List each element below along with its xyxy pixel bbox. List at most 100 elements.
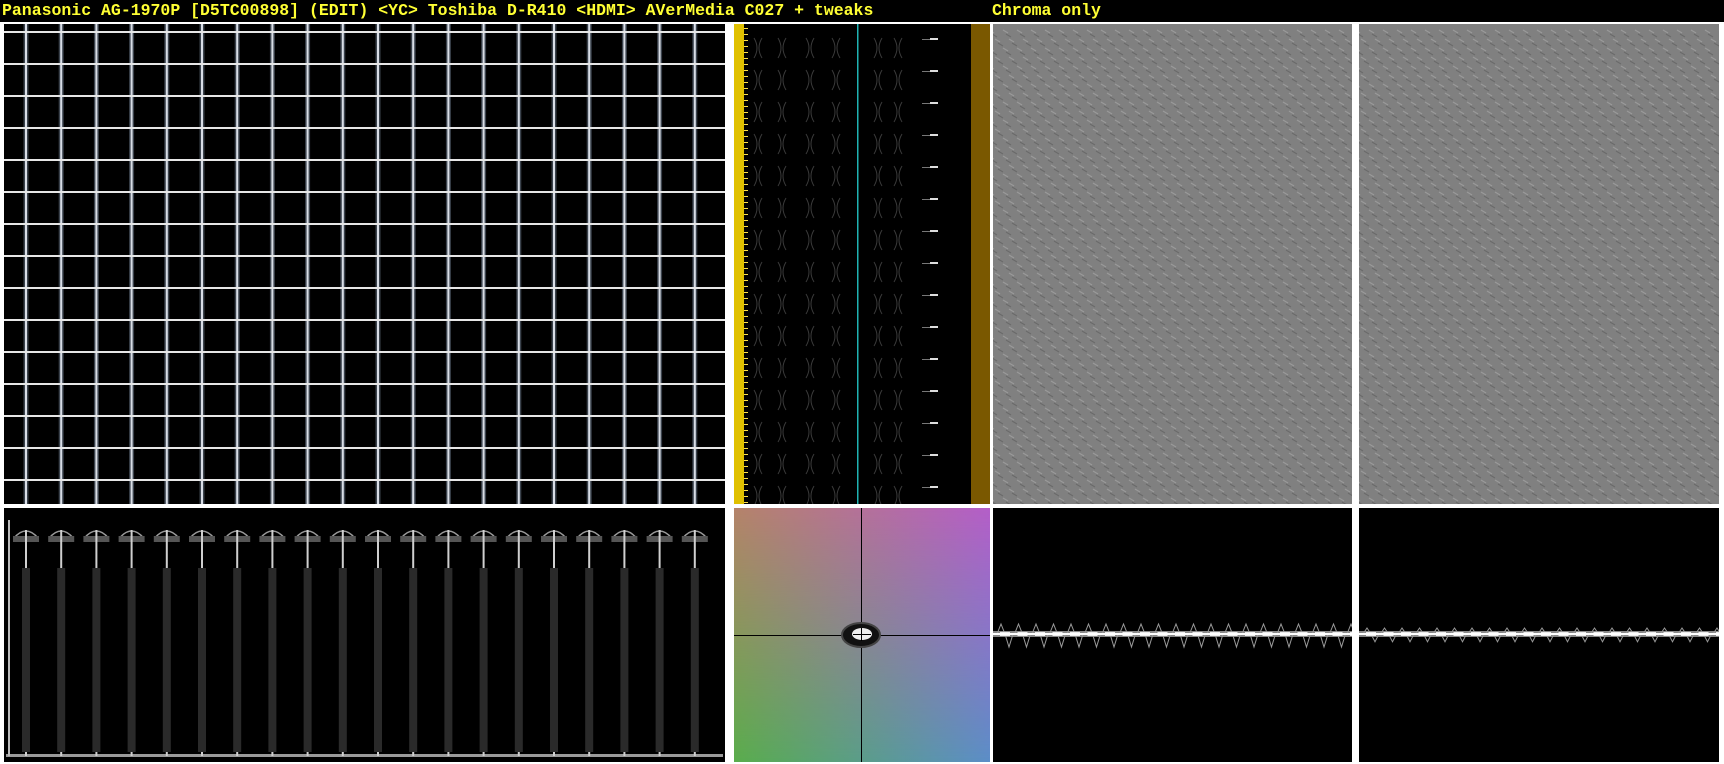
chroma-grain bbox=[1330, 56, 1337, 61]
chroma-grain bbox=[1257, 123, 1264, 128]
chroma-grain bbox=[1693, 141, 1700, 146]
chroma-grain bbox=[1170, 263, 1177, 268]
chroma-grain bbox=[1271, 195, 1278, 200]
chroma-grain bbox=[1458, 308, 1465, 313]
chroma-grain bbox=[1221, 348, 1228, 353]
chroma-grain bbox=[1047, 33, 1054, 38]
chroma-grain bbox=[1072, 461, 1079, 466]
chroma-grain bbox=[1215, 393, 1222, 398]
chroma-grain bbox=[1123, 78, 1130, 83]
chroma-grain bbox=[1413, 87, 1420, 92]
chroma-grain bbox=[1601, 240, 1608, 245]
chroma-grain bbox=[1480, 173, 1487, 178]
chroma-grain bbox=[1634, 137, 1641, 142]
chroma-grain bbox=[1391, 294, 1398, 299]
chroma-grain bbox=[1405, 132, 1412, 137]
chroma-grain bbox=[1305, 420, 1312, 425]
chroma-grain bbox=[1469, 33, 1476, 38]
chroma-grain bbox=[1156, 263, 1163, 268]
chroma-grain bbox=[1559, 240, 1566, 245]
chroma-grain bbox=[1257, 411, 1264, 416]
chroma-grain bbox=[1008, 92, 1015, 97]
chroma-grain bbox=[1713, 114, 1719, 119]
chroma-grain bbox=[1643, 258, 1650, 263]
chroma-grain bbox=[1030, 173, 1037, 178]
chroma-grain bbox=[1592, 83, 1599, 88]
chroma-grain bbox=[1257, 33, 1264, 38]
chroma-grain bbox=[1142, 461, 1149, 466]
chroma-grain bbox=[1229, 339, 1236, 344]
chroma-grain bbox=[1235, 114, 1242, 119]
chroma-grain bbox=[1704, 29, 1711, 34]
chroma-grain bbox=[1198, 191, 1205, 196]
chroma-grain bbox=[1324, 29, 1331, 34]
chroma-grain bbox=[1044, 371, 1051, 376]
chroma-grain bbox=[1324, 353, 1331, 358]
chroma-grain bbox=[1022, 56, 1029, 61]
chroma-grain bbox=[1170, 65, 1177, 70]
chroma-grain bbox=[1064, 38, 1071, 43]
chroma-grain bbox=[1693, 51, 1700, 56]
chroma-grain bbox=[1086, 281, 1093, 286]
chroma-grain bbox=[1344, 452, 1351, 457]
chroma-grain bbox=[1117, 177, 1124, 182]
chroma-grain bbox=[1313, 51, 1320, 56]
chroma-grain bbox=[1173, 339, 1180, 344]
chroma-grain bbox=[1494, 263, 1501, 268]
chroma-grain bbox=[1170, 281, 1177, 286]
chroma-grain bbox=[1455, 195, 1462, 200]
chroma-grain bbox=[1333, 168, 1340, 173]
chroma-grain bbox=[1359, 121, 1361, 124]
chroma-grain bbox=[1257, 51, 1264, 56]
chroma-grain bbox=[993, 319, 995, 322]
chroma-grain bbox=[1536, 281, 1543, 286]
chroma-grain bbox=[1061, 141, 1068, 146]
chroma-grain bbox=[1033, 87, 1040, 92]
chroma-grain bbox=[1567, 159, 1574, 164]
chroma-grain bbox=[1623, 231, 1630, 236]
chroma-grain bbox=[1254, 281, 1261, 286]
chroma-grain bbox=[1360, 128, 1367, 133]
chroma-grain bbox=[1226, 101, 1233, 106]
chroma-grain bbox=[1598, 326, 1605, 331]
chroma-grain bbox=[1671, 204, 1678, 209]
chroma-grain bbox=[1201, 159, 1208, 164]
chroma-grain bbox=[1651, 267, 1658, 272]
analyzer-level-tick bbox=[744, 136, 748, 137]
chroma-grain bbox=[1626, 236, 1633, 241]
chroma-grain bbox=[1246, 326, 1253, 331]
chroma-grain bbox=[1503, 204, 1510, 209]
chroma-grain bbox=[1368, 209, 1375, 214]
chroma-grain bbox=[1553, 123, 1560, 128]
chroma-grain bbox=[1550, 29, 1557, 34]
chroma-grain bbox=[1002, 407, 1009, 412]
chroma-grain bbox=[1310, 479, 1317, 484]
chroma-grain bbox=[1212, 389, 1219, 394]
chroma-grain bbox=[1662, 227, 1669, 232]
chroma-grain bbox=[1246, 344, 1253, 349]
chroma-grain bbox=[1587, 258, 1594, 263]
chroma-grain bbox=[1081, 474, 1088, 479]
chroma-grain bbox=[1207, 204, 1214, 209]
chroma-grain bbox=[1291, 114, 1298, 119]
chroma-grain bbox=[1128, 245, 1135, 250]
chroma-grain bbox=[1508, 29, 1515, 34]
chroma-grain bbox=[1455, 51, 1462, 56]
chroma-grain bbox=[993, 373, 995, 376]
chroma-grain bbox=[1313, 159, 1320, 164]
chroma-grain bbox=[1291, 186, 1298, 191]
chroma-grain bbox=[1019, 285, 1026, 290]
chroma-grain bbox=[1075, 69, 1082, 74]
chroma-grain bbox=[1128, 209, 1135, 214]
chroma-grain bbox=[1089, 357, 1096, 362]
chroma-grain bbox=[1274, 164, 1281, 169]
chroma-grain bbox=[1156, 191, 1163, 196]
chroma-grain bbox=[1313, 357, 1320, 362]
chroma-grain bbox=[1229, 123, 1236, 128]
chroma-grain bbox=[1221, 150, 1228, 155]
chroma-grain bbox=[1229, 447, 1236, 452]
chroma-grain bbox=[1609, 33, 1616, 38]
chroma-grain bbox=[1179, 438, 1186, 443]
chroma-grain bbox=[1081, 42, 1088, 47]
chroma-grain bbox=[1640, 56, 1647, 61]
